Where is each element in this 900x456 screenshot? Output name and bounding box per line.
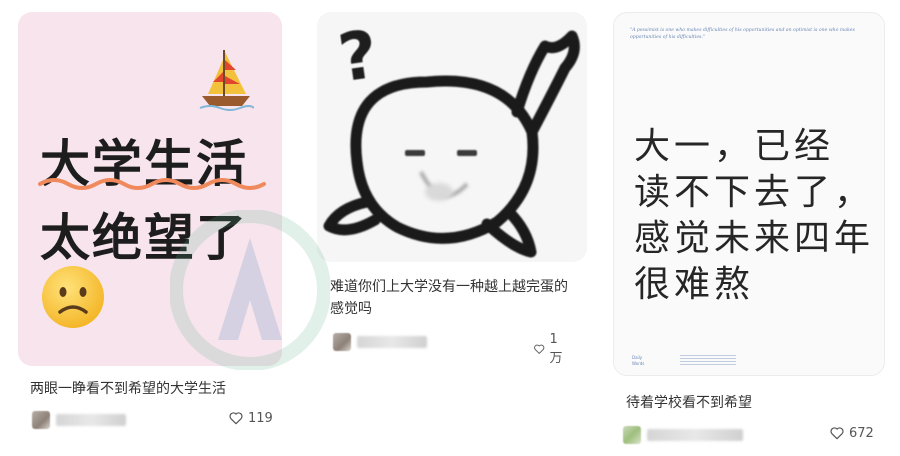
post-author-2[interactable] bbox=[333, 333, 427, 351]
like-count: 672 bbox=[849, 425, 874, 441]
heart-icon bbox=[830, 427, 844, 440]
like-count: 119 bbox=[248, 410, 273, 426]
post-title-1[interactable]: 两眼一睁看不到希望的大学生活 bbox=[30, 378, 280, 400]
heart-icon bbox=[534, 344, 545, 354]
handwritten-line-3: 感觉未来四年 bbox=[634, 218, 875, 259]
author-name-blurred[interactable] bbox=[647, 429, 743, 441]
like-count: 1万 bbox=[549, 332, 563, 366]
cover-footer-brand: Daily Words bbox=[632, 355, 645, 366]
like-button-1[interactable]: 119 bbox=[228, 410, 273, 426]
like-button-2[interactable]: 1万 bbox=[533, 332, 566, 366]
post-author-1[interactable] bbox=[32, 411, 126, 429]
avatar[interactable] bbox=[333, 333, 351, 351]
author-name-blurred[interactable] bbox=[357, 336, 427, 348]
whale-doodle-icon bbox=[323, 30, 580, 258]
like-button-3[interactable]: 672 bbox=[829, 425, 874, 441]
post-author-3[interactable] bbox=[623, 426, 743, 444]
author-name-blurred[interactable] bbox=[56, 414, 126, 426]
cover-footer-text bbox=[680, 355, 736, 365]
avatar[interactable] bbox=[32, 411, 50, 429]
handwritten-line-4: 很难熬 bbox=[634, 264, 755, 305]
handwritten-line-1: 大一，已经 bbox=[634, 126, 835, 167]
frowning-face-icon bbox=[42, 266, 104, 328]
post-cover-3[interactable]: "A pessimist is one who makes difficulti… bbox=[613, 12, 885, 376]
post-cover-1[interactable]: 大学生活 太绝望了 bbox=[18, 12, 282, 366]
avatar[interactable] bbox=[623, 426, 641, 444]
post-title-3[interactable]: 待着学校看不到希望 bbox=[626, 392, 876, 414]
handwritten-line-2: 读不下去了， bbox=[634, 172, 875, 213]
cover-headline-2: 太绝望了 bbox=[40, 209, 248, 267]
squiggle-underline bbox=[38, 178, 266, 190]
post-title-2[interactable]: 难道你们上大学没有一种越上越完蛋的感觉吗 bbox=[330, 276, 580, 320]
cover-quote: "A pessimist is one who makes difficulti… bbox=[630, 28, 855, 40]
heart-icon bbox=[229, 412, 243, 425]
sailboat-icon bbox=[199, 50, 254, 111]
post-cover-2[interactable]: ? bbox=[317, 12, 587, 262]
